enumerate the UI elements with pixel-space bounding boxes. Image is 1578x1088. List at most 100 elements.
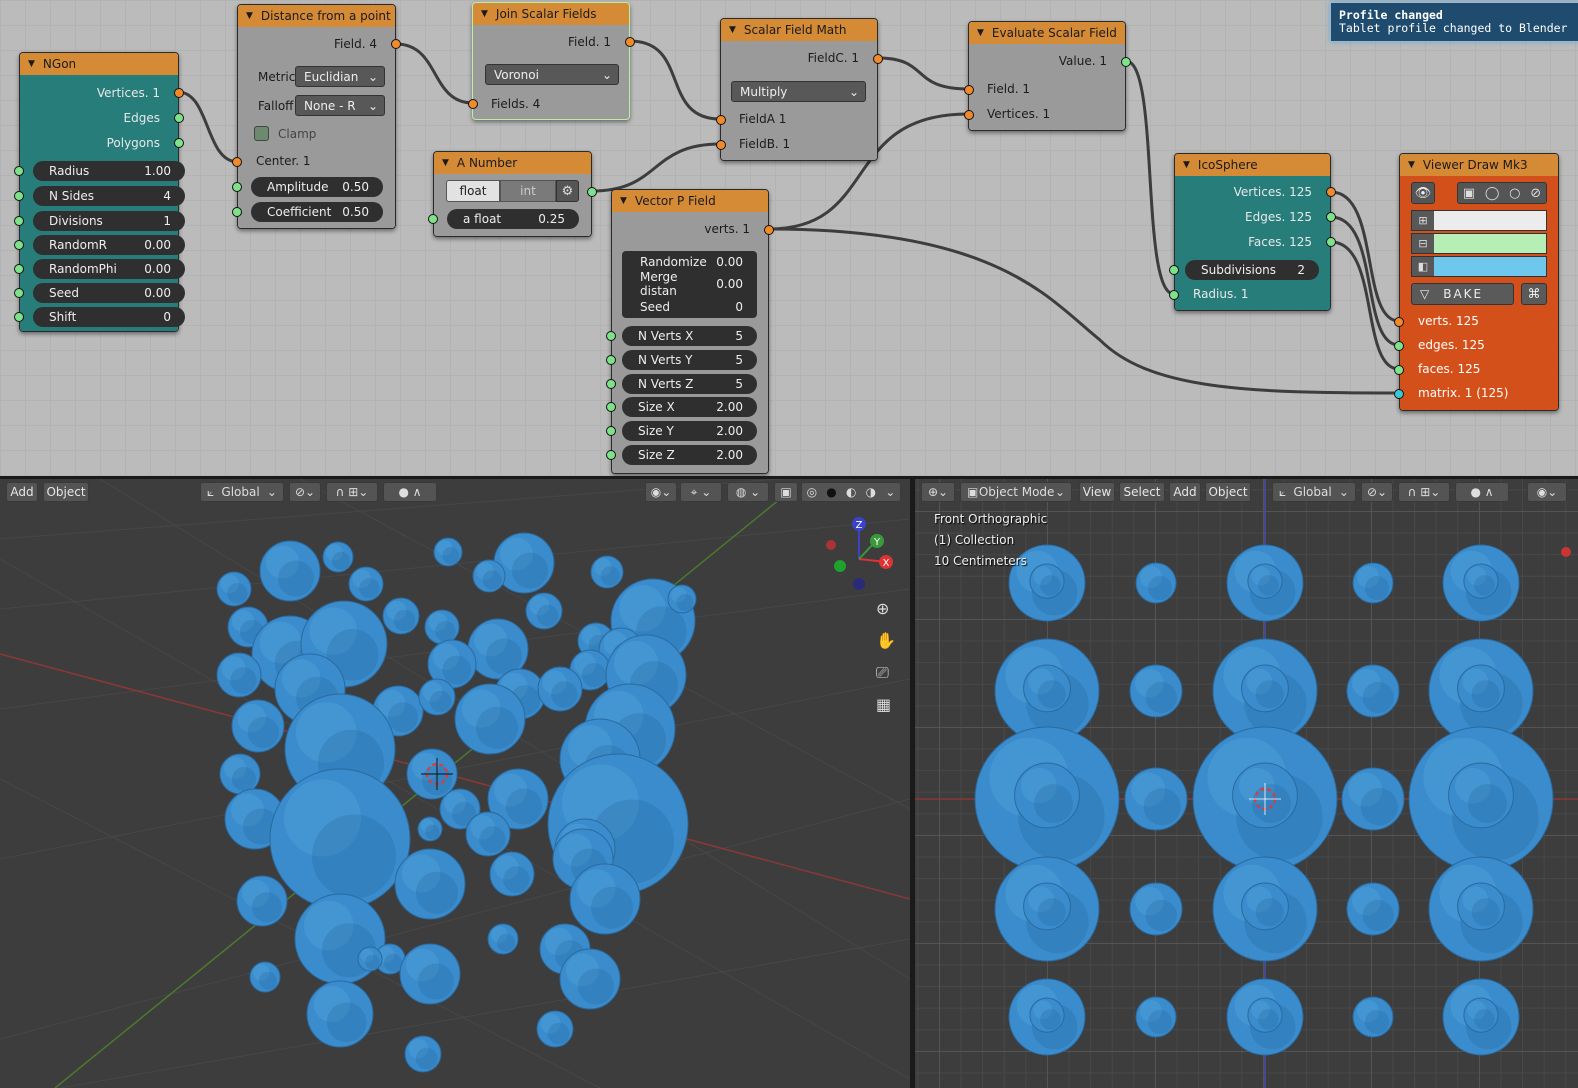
- add-menu[interactable]: Add: [6, 482, 38, 502]
- join-scalar-fields-node[interactable]: ▼ Join Scalar Fields Field. 1 Voronoi ⌄ Fi…: [468, 2, 635, 120]
- visibility-dropdown[interactable]: ◉⌄: [1527, 482, 1567, 502]
- output-socket[interactable]: [174, 113, 184, 123]
- collapse-arrow-icon[interactable]: ▼: [1183, 160, 1190, 170]
- output-socket[interactable]: [1326, 187, 1336, 197]
- coefficient-field[interactable]: Coefficient 0.50: [251, 202, 383, 222]
- mode-dropdown[interactable]: ▣ Object Mode ⌄: [960, 482, 1072, 502]
- pivot-dropdown[interactable]: ⊘⌄: [289, 482, 321, 502]
- shift-field[interactable]: Shift 0: [33, 307, 185, 327]
- collapse-arrow-icon[interactable]: ▼: [246, 11, 253, 21]
- node-header[interactable]: ▼ NGon: [20, 53, 178, 75]
- viewport-perspective[interactable]: Add Object ⟀ Global ⌄ ⊘⌄ ∩ ⊞⌄ ● ∧ ◉⌄ ⌖ ⌄ ◍…: [0, 479, 910, 1088]
- pivot-dropdown[interactable]: ⊘⌄: [1361, 482, 1393, 502]
- camera-icon[interactable]: ⎚: [876, 663, 889, 683]
- input-socket[interactable]: [14, 191, 24, 201]
- radius-field[interactable]: Radius 1.00: [33, 161, 185, 181]
- a-number-node[interactable]: ▼ A Number float int ⚙ a float 0.25: [428, 151, 597, 237]
- size-x-field[interactable]: Size X 2.00: [622, 397, 757, 417]
- output-socket[interactable]: [1326, 237, 1336, 247]
- input-socket[interactable]: [606, 379, 616, 389]
- input-socket[interactable]: [606, 450, 616, 460]
- viewport-front-ortho[interactable]: ⊕⌄ ▣ Object Mode ⌄ View Select Add Object …: [915, 479, 1578, 1088]
- edge-color[interactable]: [1434, 234, 1546, 253]
- node-editor[interactable]: ▼ NGon Vertices. 1 Edges Polygons Radius 1…: [0, 0, 1578, 476]
- solid-shading-icon[interactable]: ●: [826, 485, 836, 499]
- cube-icon[interactable]: ▣: [1463, 186, 1475, 201]
- distance-node[interactable]: ▼ Distance from a point Field. 4 Metric: …: [232, 4, 401, 229]
- metric-dropdown[interactable]: Euclidian ⌄: [295, 66, 385, 87]
- input-socket[interactable]: [232, 157, 242, 167]
- view-menu[interactable]: View: [1079, 482, 1115, 502]
- editor-type-dropdown[interactable]: ⊕⌄: [921, 482, 955, 502]
- input-socket[interactable]: [232, 207, 242, 217]
- input-socket[interactable]: [14, 312, 24, 322]
- node-header[interactable]: ▼ Viewer Draw Mk3: [1400, 154, 1558, 176]
- pan-hand-icon[interactable]: ✋: [876, 631, 896, 650]
- input-socket[interactable]: [1394, 365, 1404, 375]
- collapse-arrow-icon[interactable]: ▼: [1408, 160, 1415, 170]
- subdivisions-field[interactable]: Subdivisions 2: [1185, 260, 1319, 280]
- orientation-dropdown[interactable]: ⟀ Global ⌄: [1272, 482, 1356, 502]
- size-z-field[interactable]: Size Z 2.00: [622, 445, 757, 465]
- object-menu[interactable]: Object: [43, 482, 89, 502]
- input-socket[interactable]: [964, 85, 974, 95]
- node-header[interactable]: ▼ Distance from a point: [238, 5, 395, 27]
- snap-dropdown[interactable]: ∩ ⊞⌄: [326, 482, 378, 502]
- collapse-arrow-icon[interactable]: ▼: [28, 59, 35, 69]
- grid-view-icon[interactable]: ▦: [876, 695, 891, 714]
- input-socket[interactable]: [606, 402, 616, 412]
- node-header[interactable]: ▼ Evaluate Scalar Field: [969, 22, 1125, 44]
- vertex-color[interactable]: [1434, 211, 1546, 230]
- input-socket[interactable]: [14, 240, 24, 250]
- collapse-arrow-icon[interactable]: ▼: [977, 28, 984, 38]
- size-y-field[interactable]: Size Y 2.00: [622, 421, 757, 441]
- input-socket[interactable]: [1394, 389, 1404, 399]
- input-socket[interactable]: [1169, 265, 1179, 275]
- n-verts-z-field[interactable]: N Verts Z5: [622, 374, 757, 394]
- math-operation-dropdown[interactable]: Multiply ⌄: [731, 81, 866, 102]
- gizmo-toggle[interactable]: ⌖ ⌄: [680, 482, 722, 502]
- collapse-arrow-icon[interactable]: ▼: [729, 25, 736, 35]
- proportional-edit[interactable]: ● ∧: [383, 482, 437, 502]
- join-mode-dropdown[interactable]: Voronoi ⌄: [485, 64, 619, 85]
- navigation-gizmo[interactable]: Z X Y: [818, 514, 908, 604]
- merge-distance-field[interactable]: Merge distan 0.00: [622, 270, 757, 298]
- icosphere-node[interactable]: ▼ IcoSphere Vertices. 125 Edges. 125 Face…: [1169, 153, 1336, 311]
- evaluate-scalar-field-node[interactable]: ▼ Evaluate Scalar Field Value. 1 Field. 1…: [964, 21, 1131, 131]
- falloff-dropdown[interactable]: None - R ⌄: [295, 95, 385, 116]
- seed-field[interactable]: Seed 0.00: [33, 283, 185, 303]
- input-socket[interactable]: [716, 140, 726, 150]
- collapse-arrow-icon[interactable]: ▼: [442, 158, 449, 168]
- bake-extra-icon[interactable]: ⌘: [1521, 283, 1547, 305]
- amplitude-field[interactable]: Amplitude 0.50: [251, 177, 383, 197]
- link-icon[interactable]: ⊘: [1530, 186, 1541, 201]
- input-socket[interactable]: [1394, 341, 1404, 351]
- node-header[interactable]: ▼ IcoSphere: [1175, 154, 1330, 176]
- input-socket[interactable]: [716, 115, 726, 125]
- output-socket[interactable]: [625, 37, 635, 47]
- vector-p-field-node[interactable]: ▼ Vector P Field verts. 1 Randomize 0.00 M…: [606, 189, 774, 474]
- object-menu[interactable]: Object: [1205, 482, 1251, 502]
- output-socket[interactable]: [174, 88, 184, 98]
- orientation-dropdown[interactable]: ⟀ Global ⌄: [200, 482, 284, 502]
- nsides-field[interactable]: N Sides 4: [33, 186, 185, 206]
- xray-toggle[interactable]: ▣: [774, 482, 798, 502]
- clamp-checkbox[interactable]: [254, 126, 269, 141]
- randomphi-field[interactable]: RandomPhi 0.00: [33, 259, 185, 279]
- input-socket[interactable]: [14, 288, 24, 298]
- select-menu[interactable]: Select: [1119, 482, 1165, 502]
- node-header[interactable]: ▼ A Number: [434, 152, 591, 174]
- output-socket[interactable]: [873, 54, 883, 64]
- output-socket[interactable]: [1326, 212, 1336, 222]
- edge-color-swatch[interactable]: ⊟: [1411, 233, 1547, 254]
- input-socket[interactable]: [1169, 290, 1179, 300]
- bake-button[interactable]: ▽ BAKE: [1411, 283, 1514, 305]
- input-socket[interactable]: [606, 331, 616, 341]
- sphere-icon[interactable]: ○: [1509, 186, 1520, 201]
- face-color[interactable]: [1434, 257, 1546, 276]
- float-tab[interactable]: float: [446, 180, 500, 202]
- vertex-color-swatch[interactable]: ⊞: [1411, 210, 1547, 231]
- node-header[interactable]: ▼ Scalar Field Math: [721, 19, 877, 41]
- seed-field[interactable]: Seed 0: [622, 297, 757, 317]
- node-header[interactable]: ▼ Join Scalar Fields: [473, 3, 629, 25]
